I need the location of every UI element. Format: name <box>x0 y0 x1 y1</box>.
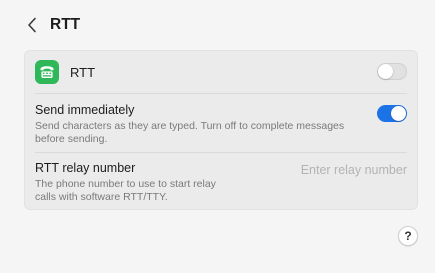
rtt-label: RTT <box>70 64 96 80</box>
page-title: RTT <box>50 16 81 33</box>
send-immediately-toggle[interactable] <box>377 105 407 122</box>
tty-phone-icon <box>35 60 59 84</box>
send-immediately-row: Send immediately Send characters as they… <box>35 103 407 146</box>
help-button[interactable]: ? <box>398 226 418 246</box>
send-immediately-title: Send immediately <box>35 103 135 117</box>
divider <box>35 93 407 94</box>
page-header: RTT <box>24 14 80 36</box>
toggle-knob <box>378 64 393 79</box>
settings-card: RTT Send immediately Send characters as … <box>24 50 418 210</box>
rtt-toggle[interactable] <box>377 63 407 80</box>
relay-number-description: The phone number to use to start relay c… <box>35 178 216 203</box>
divider <box>35 152 407 153</box>
toggle-knob <box>391 106 406 121</box>
chevron-left-icon[interactable] <box>24 15 40 35</box>
rtt-settings-window: RTT RTT Send immediately Send characters… <box>0 0 435 273</box>
send-immediately-description: Send characters as they are typed. Turn … <box>35 120 345 145</box>
rtt-row: RTT <box>35 51 407 93</box>
relay-number-input[interactable] <box>287 161 407 179</box>
